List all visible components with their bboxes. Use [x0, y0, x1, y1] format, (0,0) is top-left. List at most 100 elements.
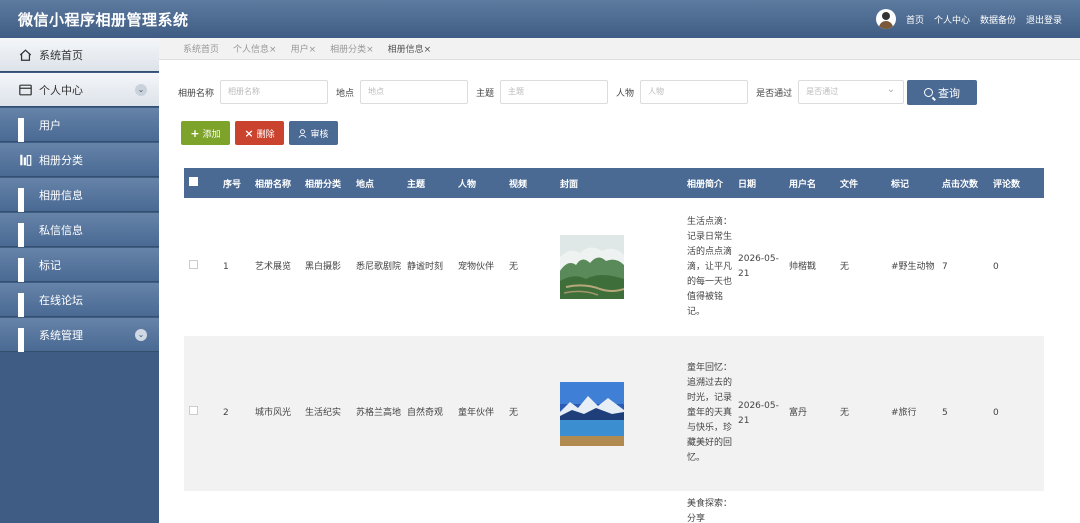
sidebar-item-album-category[interactable]: 相册分类 — [0, 143, 159, 177]
sidebar-item-users[interactable]: 用户 — [0, 108, 159, 142]
sidebar-item-label: 私信信息 — [39, 223, 83, 237]
top-nav: 首页 个人中心 数据备份 退出登录 — [875, 9, 1062, 29]
select-all-checkbox[interactable] — [189, 177, 198, 186]
sidebar-item-messages[interactable]: 私信信息 — [0, 213, 159, 247]
grid-icon — [18, 292, 33, 317]
tab-album-info[interactable]: 相册信息× — [388, 42, 432, 55]
col-header-video: 视频 — [509, 179, 528, 190]
table-row[interactable]: 1 艺术展览 黑白摄影 悉尼歌剧院 静谧时刻 宠物伙伴 无 生活点滴：记录日常生… — [184, 198, 1044, 336]
table-row[interactable]: 美食探索：分享 — [184, 491, 1044, 523]
home-icon — [19, 48, 32, 61]
grid-icon — [18, 327, 33, 352]
cell-video: 无 — [509, 261, 519, 272]
tab-profile[interactable]: 个人信息× — [233, 42, 277, 55]
cell-comments: 0 — [993, 261, 999, 272]
col-header-cover: 封面 — [560, 179, 579, 190]
cell-intro: 童年回忆：追溯过去的时光，记录童年的天真与快乐，珍藏美好的回忆。 — [687, 363, 733, 463]
grid-icon — [18, 187, 33, 212]
col-header-file: 文件 — [840, 179, 859, 190]
tab-album-category[interactable]: 相册分类× — [330, 42, 374, 55]
col-header-user: 用户名 — [789, 179, 817, 190]
cell-user: 帅楷戡 — [789, 261, 817, 272]
place-input[interactable]: 地点 — [360, 80, 469, 104]
card-icon — [19, 84, 32, 95]
col-header-date: 日期 — [738, 179, 757, 190]
row-checkbox[interactable] — [189, 259, 198, 269]
audit-button[interactable]: 审核 — [289, 121, 338, 145]
cover-image-mountains[interactable] — [560, 235, 624, 299]
nav-logout-link[interactable]: 退出登录 — [1026, 13, 1062, 26]
sidebar-item-label: 标记 — [39, 258, 61, 272]
sidebar-item-label: 系统首页 — [39, 48, 83, 62]
plus-icon: + — [190, 126, 200, 140]
sidebar-item-label: 系统管理 — [39, 328, 83, 342]
cell-intro: 美食探索：分享 — [687, 499, 733, 523]
sidebar-item-system[interactable]: 系统管理 ⌄ — [0, 318, 159, 352]
col-header-place: 地点 — [356, 179, 375, 190]
cell-intro: 生活点滴：记录日常生活的点点滴滴，让平凡的每一天也值得被铭记。 — [687, 216, 733, 317]
cell-people: 宠物伙伴 — [458, 261, 495, 272]
cell-tag: #野生动物 — [891, 261, 935, 272]
tab-users[interactable]: 用户× — [291, 42, 317, 55]
col-header-intro: 相册简介 — [687, 179, 724, 190]
search-icon — [924, 88, 933, 97]
nav-profile-link[interactable]: 个人中心 — [934, 13, 970, 26]
action-bar: + 添加 × 删除 审核 — [181, 121, 338, 145]
col-header-comments: 评论数 — [993, 179, 1021, 190]
approved-label: 是否通过 — [756, 88, 793, 99]
cell-name: 艺术展览 — [255, 261, 292, 272]
people-input[interactable]: 人物 — [640, 80, 749, 104]
user-icon — [299, 128, 307, 138]
breadcrumb: 系统首页 个人信息× 用户× 相册分类× 相册信息× — [159, 38, 1080, 60]
cell-tag: #旅行 — [891, 408, 917, 418]
approved-select[interactable]: 是否通过 — [798, 79, 905, 104]
sidebar: 系统首页 个人中心 ⌄ 用户 相册分类 相册信息 私信信息 标记 在线论坛 系统… — [0, 38, 159, 523]
cell-user: 富丹 — [789, 408, 808, 418]
col-header-clicks: 点击次数 — [942, 179, 979, 190]
sidebar-item-label: 相册信息 — [39, 188, 83, 202]
tab-home[interactable]: 系统首页 — [183, 42, 219, 55]
people-label: 人物 — [616, 88, 635, 99]
cell-index: 2 — [223, 408, 229, 418]
sidebar-item-tags[interactable]: 标记 — [0, 248, 159, 282]
add-label: 添加 — [202, 129, 221, 140]
col-header-tag: 标记 — [891, 179, 910, 190]
cell-category: 黑白摄影 — [305, 261, 342, 272]
row-checkbox[interactable] — [189, 406, 198, 415]
grid-icon — [18, 257, 33, 282]
grid-icon — [18, 117, 33, 142]
cell-theme: 自然奇观 — [407, 408, 444, 418]
cell-clicks: 5 — [942, 408, 948, 418]
nav-backup-link[interactable]: 数据备份 — [980, 13, 1016, 26]
chevron-down-icon[interactable]: ⌄ — [135, 329, 147, 341]
table-header-row: 序号 相册名称 相册分类 地点 主题 人物 视频 封面 相册简介 日期 用户名 … — [184, 168, 1044, 198]
sidebar-item-forum[interactable]: 在线论坛 — [0, 283, 159, 317]
cover-image-lake[interactable] — [560, 381, 624, 446]
search-form: 相册名称 相册名称 地点 地点 主题 主题 人物 人物 是否通过 是否通过 — [178, 79, 912, 104]
chevron-down-icon[interactable]: ⌄ — [135, 84, 147, 96]
cell-index: 1 — [223, 261, 229, 272]
theme-input[interactable]: 主题 — [500, 80, 609, 104]
delete-label: 删除 — [256, 129, 275, 140]
cell-place: 苏格兰高地 — [356, 408, 402, 418]
sidebar-item-album-info[interactable]: 相册信息 — [0, 178, 159, 212]
place-label: 地点 — [336, 88, 355, 99]
add-button[interactable]: + 添加 — [181, 121, 230, 145]
cell-clicks: 7 — [942, 261, 948, 272]
query-label: 查询 — [938, 86, 960, 100]
col-header-name: 相册名称 — [255, 179, 292, 190]
album-name-input[interactable]: 相册名称 — [220, 80, 329, 104]
delete-button[interactable]: × 删除 — [235, 121, 284, 145]
sidebar-item-home[interactable]: 系统首页 — [0, 38, 159, 72]
col-header-theme: 主题 — [407, 179, 426, 190]
album-table: 序号 相册名称 相册分类 地点 主题 人物 视频 封面 相册简介 日期 用户名 … — [184, 168, 1044, 523]
sidebar-item-label: 在线论坛 — [39, 293, 83, 307]
cell-file: 无 — [840, 408, 850, 418]
query-button[interactable]: 查询 — [907, 80, 977, 105]
cell-file: 无 — [840, 261, 850, 272]
top-header: 微信小程序相册管理系统 首页 个人中心 数据备份 退出登录 — [0, 0, 1080, 38]
sidebar-item-profile[interactable]: 个人中心 ⌄ — [0, 73, 159, 107]
avatar[interactable] — [875, 9, 896, 29]
nav-home-link[interactable]: 首页 — [906, 13, 924, 26]
table-row[interactable]: 2 城市风光 生活纪实 苏格兰高地 自然奇观 童年伙伴 无 童年回忆：追溯过去的… — [184, 336, 1044, 491]
